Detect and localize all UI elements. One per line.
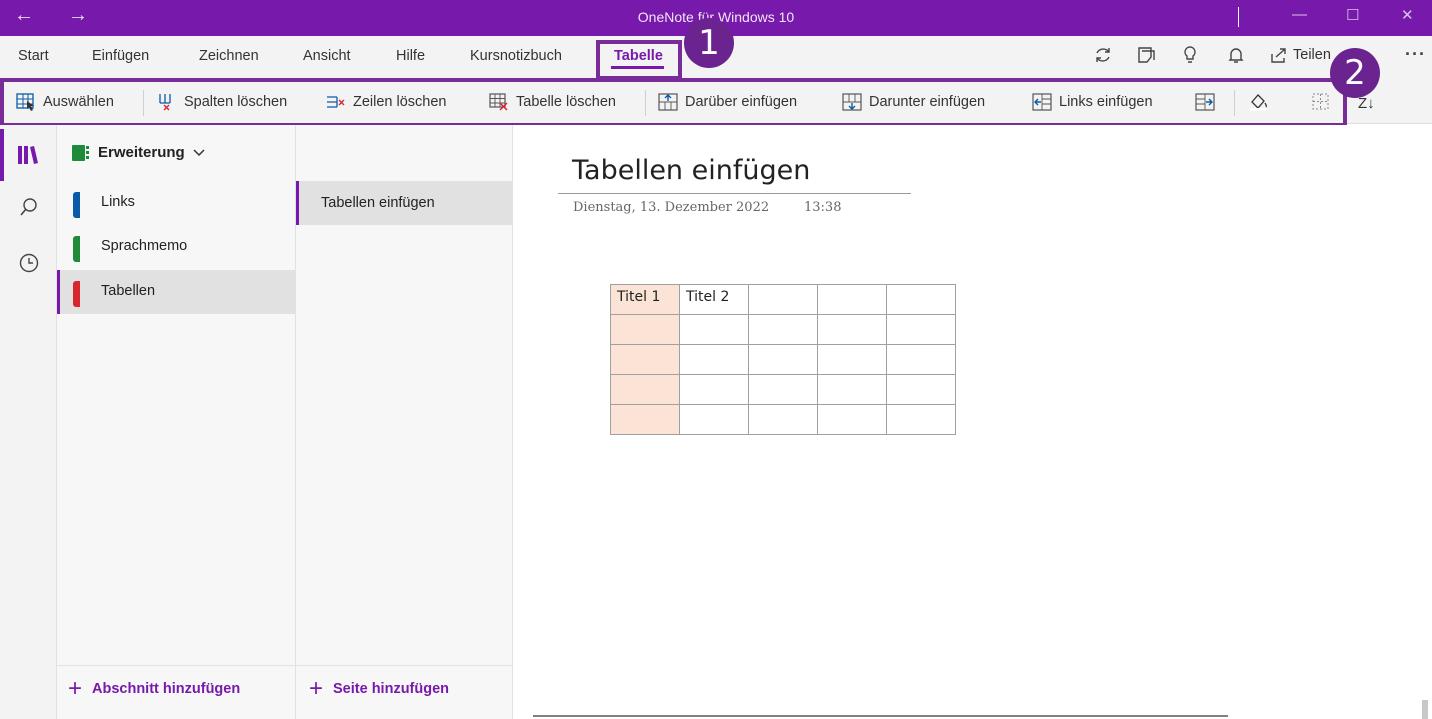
lightbulb-icon[interactable] bbox=[1180, 45, 1200, 65]
tab-hilfe[interactable]: Hilfe bbox=[396, 48, 425, 64]
section-item-sprachmemo[interactable]: Sprachmemo bbox=[57, 225, 295, 269]
table-cell[interactable] bbox=[748, 404, 818, 435]
tab-einfuegen[interactable]: Einfügen bbox=[92, 48, 149, 64]
chevron-down-icon bbox=[193, 148, 205, 156]
table-row: Titel 1 Titel 2 bbox=[610, 284, 956, 315]
page-view-icon[interactable] bbox=[1136, 45, 1156, 65]
section-color-tab bbox=[73, 281, 80, 307]
table-cell[interactable] bbox=[817, 344, 887, 375]
table-cell[interactable] bbox=[817, 404, 887, 435]
table-row bbox=[610, 314, 956, 345]
table-cell[interactable] bbox=[886, 284, 956, 315]
page-date: Dienstag, 13. Dezember 2022 bbox=[573, 200, 770, 215]
share-button[interactable]: Teilen bbox=[1270, 46, 1331, 64]
table-row bbox=[610, 374, 956, 405]
table-cell[interactable] bbox=[610, 344, 680, 375]
active-page-indicator bbox=[296, 181, 299, 225]
table-cell[interactable] bbox=[748, 284, 818, 315]
callout-badge-2: 2 bbox=[1330, 48, 1380, 98]
recent-clock-icon[interactable] bbox=[18, 252, 40, 274]
title-separator bbox=[1238, 7, 1239, 27]
table-cell[interactable] bbox=[886, 344, 956, 375]
add-section-button[interactable]: + Abschnitt hinzufügen bbox=[68, 675, 241, 702]
minimize-icon[interactable]: — bbox=[1292, 6, 1307, 23]
tab-start[interactable]: Start bbox=[18, 48, 49, 64]
close-icon[interactable]: ✕ bbox=[1401, 6, 1414, 24]
table-cell[interactable] bbox=[886, 314, 956, 345]
tab-kursnotizbuch[interactable]: Kursnotizbuch bbox=[470, 48, 562, 64]
search-icon[interactable] bbox=[19, 197, 39, 217]
add-section-label: Abschnitt hinzufügen bbox=[92, 681, 241, 697]
section-label: Tabellen bbox=[101, 283, 156, 299]
table-cell[interactable] bbox=[886, 404, 956, 435]
tab-highlight-box bbox=[596, 40, 682, 80]
tab-ansicht[interactable]: Ansicht bbox=[303, 48, 351, 64]
plus-icon: + bbox=[68, 675, 83, 702]
notebook-name: Erweiterung bbox=[98, 144, 185, 161]
table-cell[interactable]: Titel 2 bbox=[679, 284, 749, 315]
rail-active-indicator bbox=[0, 129, 4, 181]
more-icon[interactable]: ··· bbox=[1405, 44, 1426, 65]
section-item-tabellen[interactable]: Tabellen bbox=[57, 270, 295, 314]
active-section-indicator bbox=[57, 270, 60, 314]
table-cell[interactable] bbox=[679, 404, 749, 435]
page-title[interactable]: Tabellen einfügen bbox=[572, 155, 810, 186]
table-cell[interactable] bbox=[748, 374, 818, 405]
table-cell[interactable] bbox=[817, 314, 887, 345]
table-cell[interactable] bbox=[679, 344, 749, 375]
table-cell[interactable] bbox=[610, 314, 680, 345]
tab-zeichnen[interactable]: Zeichnen bbox=[199, 48, 259, 64]
table-cell[interactable] bbox=[817, 284, 887, 315]
page-time: 13:38 bbox=[804, 200, 842, 215]
section-color-tab bbox=[73, 236, 80, 262]
section-label: Sprachmemo bbox=[101, 238, 188, 254]
add-page-button[interactable]: + Seite hinzufügen bbox=[309, 675, 450, 702]
notebook-icon bbox=[72, 144, 89, 161]
table-cell[interactable] bbox=[610, 374, 680, 405]
table-cell[interactable] bbox=[679, 314, 749, 345]
notebooks-icon[interactable] bbox=[17, 145, 39, 165]
table-cell[interactable] bbox=[610, 404, 680, 435]
ribbon-highlight-box bbox=[0, 78, 1347, 127]
title-underline bbox=[558, 193, 911, 194]
horizontal-scrollbar[interactable] bbox=[533, 715, 1228, 717]
page-item-tabellen-einfuegen[interactable]: Tabellen einfügen bbox=[296, 181, 512, 225]
sections-footer-divider bbox=[57, 665, 296, 666]
plus-icon: + bbox=[309, 675, 324, 702]
share-label: Teilen bbox=[1293, 47, 1331, 63]
vertical-scrollbar-thumb[interactable] bbox=[1422, 700, 1428, 719]
table-cell[interactable] bbox=[748, 314, 818, 345]
notebook-selector[interactable]: Erweiterung bbox=[72, 144, 205, 161]
page-label: Tabellen einfügen bbox=[321, 195, 435, 211]
table-cell[interactable]: Titel 1 bbox=[610, 284, 680, 315]
share-icon bbox=[1271, 48, 1286, 63]
bell-icon[interactable] bbox=[1226, 45, 1246, 65]
callout-badge-1: 1 bbox=[684, 18, 734, 68]
section-color-tab bbox=[73, 192, 80, 218]
table-row bbox=[610, 344, 956, 375]
table-cell[interactable] bbox=[817, 374, 887, 405]
table-cell[interactable] bbox=[748, 344, 818, 375]
table-cell[interactable] bbox=[886, 374, 956, 405]
pages-footer-divider bbox=[296, 665, 513, 666]
section-label: Links bbox=[101, 194, 135, 210]
add-page-label: Seite hinzufügen bbox=[333, 681, 450, 697]
table-cell[interactable] bbox=[679, 374, 749, 405]
maximize-icon[interactable]: ☐ bbox=[1346, 6, 1359, 24]
section-item-links[interactable]: Links bbox=[57, 181, 295, 225]
note-table[interactable]: Titel 1 Titel 2 bbox=[610, 284, 956, 435]
table-row bbox=[610, 404, 956, 435]
sync-icon[interactable] bbox=[1093, 45, 1113, 65]
